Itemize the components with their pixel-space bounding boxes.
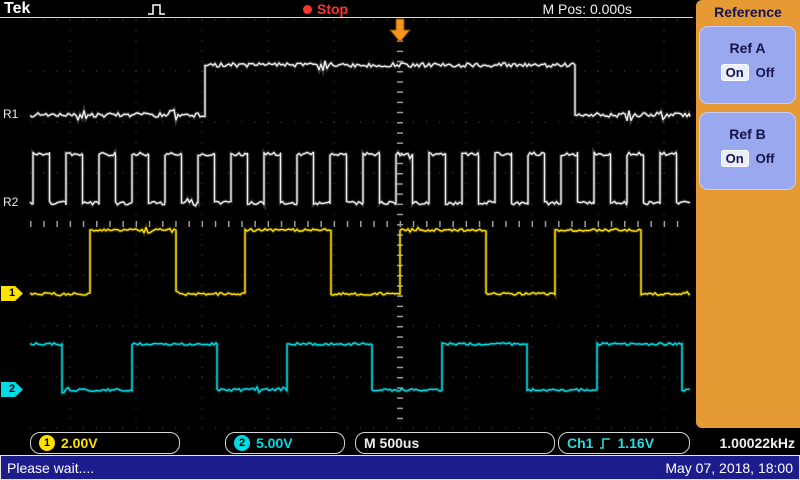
ref-b-off-option[interactable]: Off <box>756 151 775 166</box>
waveform-ch2-glow <box>29 338 691 397</box>
waveform-ch1 <box>29 226 691 297</box>
status-bar: Please wait.... May 07, 2018, 18:00 <box>0 455 800 480</box>
ch2-scale-readout: 2 5.00V <box>225 432 345 454</box>
ref-a-menu-item[interactable]: Ref A On Off <box>699 26 796 104</box>
waveform-ref-a <box>29 60 691 122</box>
trigger-type-icon <box>148 4 165 15</box>
trigger-readout: Ch1 1.16V <box>558 432 690 454</box>
header-divider <box>0 17 693 18</box>
timebase-readout: M 500us <box>355 432 555 454</box>
horizontal-position-readout: M Pos: 0.000s <box>542 1 633 17</box>
ref-b-on-option[interactable]: On <box>720 150 749 167</box>
trigger-source: Ch1 <box>567 435 594 451</box>
oscilloscope-screen: Tek Stop M Pos: 0.000s Reference Ref A O… <box>0 0 800 480</box>
side-menu-title: Reference <box>714 4 782 20</box>
ref-a-label: Ref A <box>729 40 766 56</box>
trigger-level: 1.16V <box>617 435 655 451</box>
ch1-scale-value: 2.00V <box>61 435 98 451</box>
ref-a-off-option[interactable]: Off <box>756 65 775 80</box>
timebase-value: M 500us <box>364 435 420 451</box>
frequency-readout: 1.00022kHz <box>719 435 795 451</box>
ref-b-menu-item[interactable]: Ref B On Off <box>699 112 796 190</box>
ref-a-on-option[interactable]: On <box>720 64 749 81</box>
ch1-scale-readout: 1 2.00V <box>30 432 180 454</box>
ch2-scale-value: 5.00V <box>256 435 293 451</box>
stop-indicator-icon <box>303 4 312 14</box>
waveform-ref-b <box>29 151 691 207</box>
waveform-ref-b-glow <box>28 146 691 211</box>
waveform-ch2 <box>29 342 691 394</box>
ref-b-label: Ref B <box>729 126 766 142</box>
ref-a-position-label: R1 <box>3 107 19 121</box>
ch2-badge: 2 <box>234 435 250 451</box>
waveform-ch1-glow <box>28 222 691 300</box>
trigger-position-marker <box>388 18 412 43</box>
tek-logo: Tek <box>4 0 31 17</box>
side-menu: Reference Ref A On Off Ref B On Off <box>696 0 800 428</box>
status-message: Please wait.... <box>7 459 95 476</box>
trigger-slope-icon <box>600 437 611 449</box>
acquisition-status-label: Stop <box>317 1 349 17</box>
ch1-badge: 1 <box>39 435 55 451</box>
datetime-readout: May 07, 2018, 18:00 <box>665 459 793 476</box>
acquisition-status: Stop <box>303 1 348 17</box>
waveform-display <box>28 18 692 429</box>
waveform-ref-a-glow <box>28 58 692 127</box>
ref-b-position-label: R2 <box>3 195 19 209</box>
